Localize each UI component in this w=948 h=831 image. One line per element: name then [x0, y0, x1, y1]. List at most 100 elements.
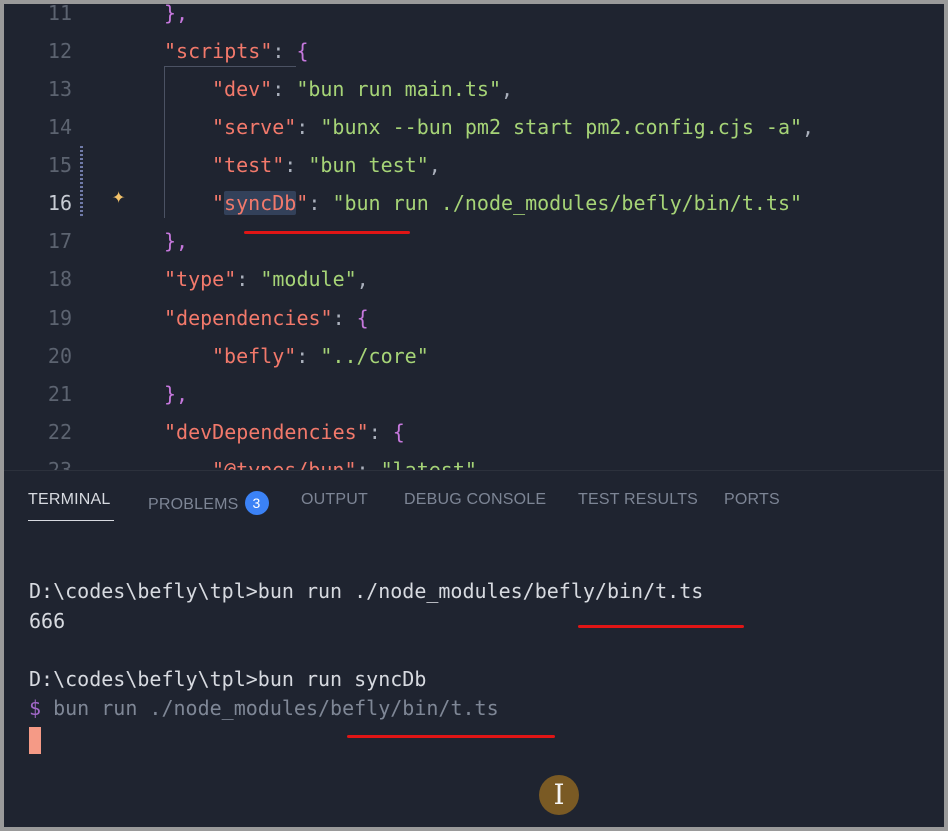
- code-token: "module": [260, 267, 357, 291]
- code-token: :: [296, 115, 321, 139]
- code-token: "serve": [212, 115, 297, 139]
- code-text: "dependencies": {: [164, 299, 369, 337]
- code-token: :: [272, 77, 297, 101]
- code-text: "type": "module",: [164, 260, 369, 298]
- ibeam-glyph: I: [553, 778, 565, 811]
- code-line[interactable]: 23 "@types/bun": "latest": [4, 451, 944, 470]
- indent-guide: [164, 66, 296, 67]
- code-text: "devDependencies": {: [164, 413, 405, 451]
- code-token: :: [356, 458, 381, 470]
- code-token: "test": [212, 153, 285, 177]
- line-number: 12: [47, 39, 72, 63]
- code-token: "dev": [212, 77, 273, 101]
- code-token: ,: [501, 77, 514, 101]
- line-number: 11: [47, 4, 72, 25]
- echoed-command: bun run ./node_modules/befly/bin/t.ts: [41, 696, 499, 720]
- terminal-line: D:\codes\befly\tpl>bun run syncDb: [29, 667, 427, 691]
- code-line[interactable]: 22 "devDependencies": {: [4, 413, 944, 451]
- line-number: 21: [47, 382, 72, 406]
- code-token: {: [356, 306, 369, 330]
- code-token: "../core": [320, 344, 429, 368]
- code-token: "@types/bun": [212, 458, 357, 470]
- code-line[interactable]: 13 "dev": "bun run main.ts",: [4, 70, 944, 108]
- shell-prompt: $: [29, 696, 42, 720]
- code-line[interactable]: 12 "scripts": {: [4, 32, 944, 70]
- annotation-underline: [244, 231, 410, 234]
- code-editor[interactable]: 11}, 12 "scripts": {13 "dev": "bun run main…: [4, 4, 944, 470]
- code-token: "dependencies": [164, 306, 333, 330]
- code-line[interactable]: 21},: [4, 375, 944, 413]
- code-text: },: [164, 375, 188, 413]
- line-number: 17: [47, 229, 72, 253]
- code-line[interactable]: 20 "befly": "../core": [4, 337, 944, 375]
- code-token: "scripts": [164, 39, 273, 63]
- highlighted-token: syncDb: [224, 191, 297, 215]
- line-number: 19: [47, 306, 72, 330]
- tab-ports[interactable]: PORTS: [724, 491, 780, 509]
- code-token: "type": [164, 267, 237, 291]
- tab-output[interactable]: OUTPUT: [301, 491, 368, 509]
- annotation-underline: [347, 735, 555, 738]
- code-token: },: [164, 382, 189, 406]
- line-number: 18: [47, 267, 72, 291]
- line-number: 23: [47, 458, 72, 470]
- code-token: :: [236, 267, 261, 291]
- code-token: :: [272, 39, 297, 63]
- code-text: "scripts": {: [164, 32, 309, 70]
- code-token: :: [296, 344, 321, 368]
- tab-terminal[interactable]: TERMINAL: [28, 491, 111, 509]
- code-token: "befly": [212, 344, 297, 368]
- code-token: "bun test": [308, 153, 429, 177]
- terminal-line: $ bun run ./node_modules/befly/bin/t.ts: [29, 693, 499, 723]
- line-number: 20: [47, 344, 72, 368]
- panel-tabs: TERMINAL PROBLEMS 3 OUTPUT DEBUG CONSOLE …: [4, 471, 944, 535]
- line-number: 16: [47, 191, 72, 215]
- tab-problems[interactable]: PROBLEMS 3: [148, 491, 269, 515]
- code-line[interactable]: 19 "dependencies": {: [4, 299, 944, 337]
- code-token: ": [296, 191, 309, 215]
- code-line[interactable]: 18 "type": "module",: [4, 260, 944, 298]
- code-line[interactable]: 16 "syncDb": "bun run ./node_modules/befl…: [4, 184, 944, 222]
- code-token: {: [296, 39, 309, 63]
- terminal-line: D:\codes\befly\tpl>bun run ./node_module…: [29, 579, 704, 603]
- text-cursor-icon: I: [539, 775, 579, 815]
- line-number: 13: [47, 77, 72, 101]
- code-token: "latest": [380, 458, 477, 470]
- tab-test-results[interactable]: TEST RESULTS: [578, 491, 698, 509]
- active-tab-indicator: [28, 520, 114, 521]
- change-gutter-marker[interactable]: [80, 146, 83, 218]
- code-token: :: [332, 306, 357, 330]
- code-token: },: [164, 229, 189, 253]
- code-token: {: [392, 420, 405, 444]
- code-token: ,: [802, 115, 815, 139]
- annotation-underline: [578, 625, 744, 628]
- indent-guide: [164, 66, 165, 218]
- line-number: 14: [47, 115, 72, 139]
- code-line[interactable]: 14 "serve": "bunx --bun pm2 start pm2.con…: [4, 108, 944, 146]
- code-line[interactable]: 11},: [4, 4, 944, 32]
- line-number: 15: [47, 153, 72, 177]
- line-number: 22: [47, 420, 72, 444]
- tab-debug-console[interactable]: DEBUG CONSOLE: [404, 491, 546, 509]
- sparkle-icon[interactable]: ✦: [112, 182, 142, 212]
- code-text: "syncDb": "bun run ./node_modules/befly/…: [212, 184, 802, 222]
- problems-count-badge: 3: [244, 491, 269, 515]
- code-token: :: [368, 420, 393, 444]
- code-token: ": [212, 191, 225, 215]
- code-token: "devDependencies": [164, 420, 369, 444]
- code-line[interactable]: 17},: [4, 222, 944, 260]
- code-text: },: [164, 4, 188, 32]
- code-token: :: [308, 191, 333, 215]
- code-line[interactable]: 15 "test": "bun test",: [4, 146, 944, 184]
- code-text: "@types/bun": "latest": [212, 451, 477, 470]
- code-text: },: [164, 222, 188, 260]
- vscode-window: 11}, 12 "scripts": {13 "dev": "bun run main…: [4, 4, 944, 827]
- code-token: ,: [356, 267, 369, 291]
- code-token: "bunx --bun pm2 start pm2.config.cjs -a": [320, 115, 803, 139]
- bottom-panel: TERMINAL PROBLEMS 3 OUTPUT DEBUG CONSOLE …: [4, 470, 944, 827]
- tab-problems-label: PROBLEMS: [148, 496, 239, 513]
- code-text: "dev": "bun run main.ts",: [212, 70, 513, 108]
- code-token: :: [284, 153, 309, 177]
- code-token: },: [164, 4, 189, 25]
- code-text: "befly": "../core": [212, 337, 429, 375]
